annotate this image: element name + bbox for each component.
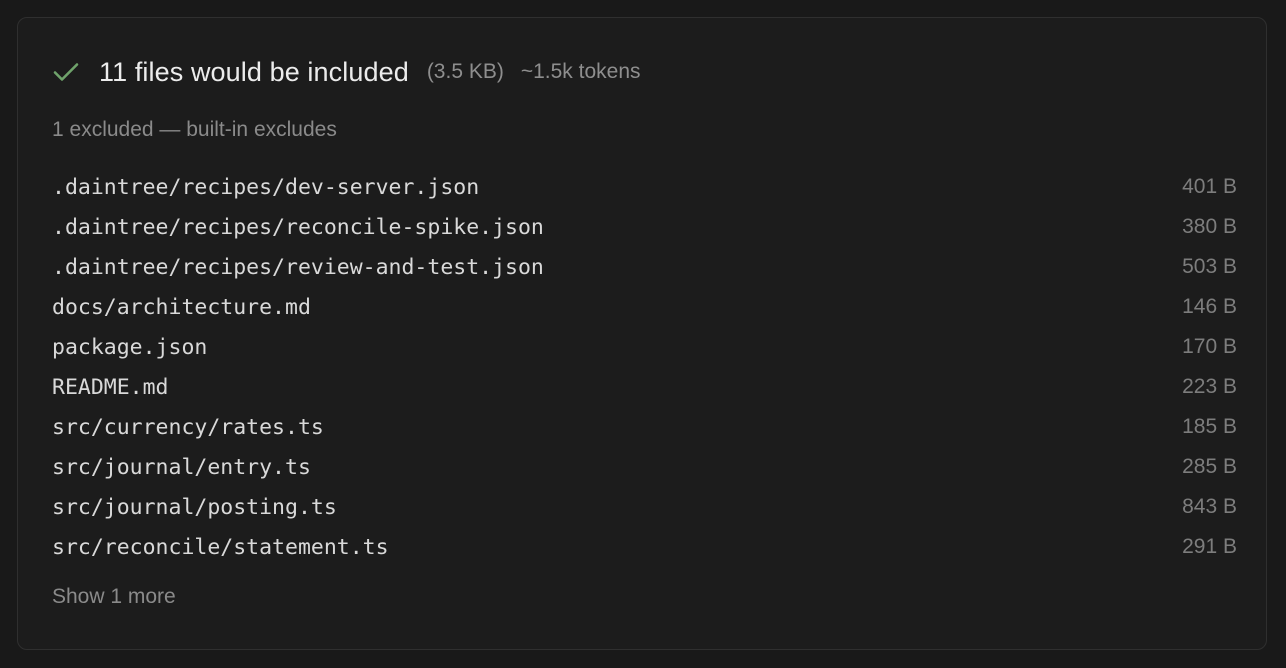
file-path: .daintree/recipes/reconcile-spike.json [52,214,544,240]
file-size: 843 B [1182,495,1237,518]
summary-header: 11 files would be included (3.5 KB) ~1.5… [52,54,641,90]
file-size: 380 B [1182,215,1237,238]
total-size: (3.5 KB) [426,60,504,83]
file-path: src/journal/entry.ts [52,454,311,480]
file-row: src/reconcile/statement.ts 291 B [52,527,1237,567]
file-row: README.md 223 B [52,367,1237,407]
file-row: .daintree/recipes/review-and-test.json 5… [52,247,1237,287]
file-size: 223 B [1182,375,1237,398]
file-size: 401 B [1182,175,1237,198]
show-more-button[interactable]: Show 1 more [52,585,176,609]
file-row: src/journal/posting.ts 843 B [52,487,1237,527]
file-path: src/currency/rates.ts [52,414,324,440]
file-path: package.json [52,334,208,360]
file-row: src/currency/rates.ts 185 B [52,407,1237,447]
file-row: docs/architecture.md 146 B [52,287,1237,327]
check-icon [52,58,80,86]
file-path: .daintree/recipes/dev-server.json [52,174,480,200]
file-path: .daintree/recipes/review-and-test.json [52,254,544,280]
file-path: src/journal/posting.ts [52,494,337,520]
file-list: .daintree/recipes/dev-server.json 401 B … [52,167,1237,567]
file-row: src/journal/entry.ts 285 B [52,447,1237,487]
file-path: README.md [52,374,169,400]
file-size: 170 B [1182,335,1237,358]
file-row: .daintree/recipes/reconcile-spike.json 3… [52,207,1237,247]
file-path: docs/architecture.md [52,294,311,320]
token-count: ~1.5k tokens [520,60,641,83]
excluded-note: 1 excluded — built-in excludes [52,118,337,141]
file-size: 291 B [1182,535,1237,558]
file-size: 185 B [1182,415,1237,438]
file-size: 285 B [1182,455,1237,478]
summary-title: 11 files would be included [99,56,409,87]
file-path: src/reconcile/statement.ts [52,534,389,560]
file-size: 146 B [1182,295,1237,318]
file-row: .daintree/recipes/dev-server.json 401 B [52,167,1237,207]
file-preview-panel: 11 files would be included (3.5 KB) ~1.5… [17,17,1267,650]
file-row: package.json 170 B [52,327,1237,367]
file-size: 503 B [1182,255,1237,278]
